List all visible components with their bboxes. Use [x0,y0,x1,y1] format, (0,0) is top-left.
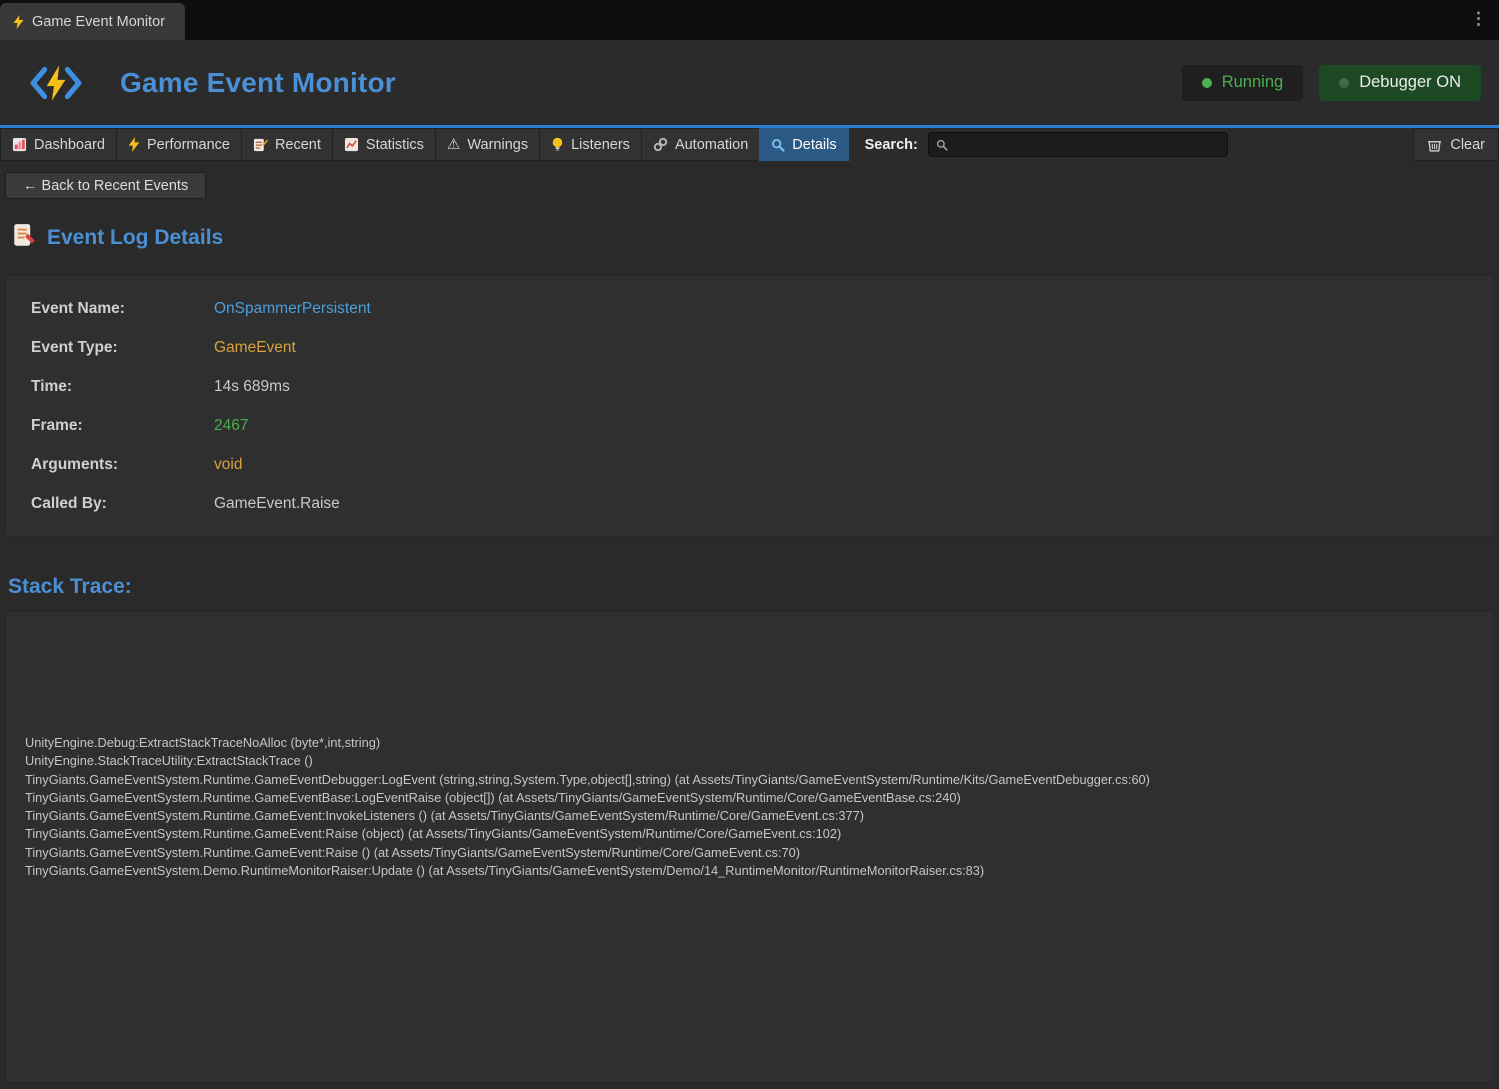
event-type-value: GameEvent [214,339,296,357]
section-title: Event Log Details [47,226,223,250]
detail-row-called-by: Called By: GameEvent.Raise [31,484,1493,523]
time-value: 14s 689ms [214,378,290,396]
note-pencil-icon [253,137,268,152]
debugger-label: Debugger ON [1359,73,1461,92]
field-label: Time: [31,378,214,396]
bar-chart-icon [12,137,27,152]
editor-window-tab[interactable]: Game Event Monitor [0,3,185,40]
clear-button[interactable]: Clear [1413,128,1499,161]
tab-performance[interactable]: Performance [116,128,242,161]
clear-label: Clear [1450,137,1485,153]
detail-row-arguments: Arguments: void [31,445,1493,484]
stack-trace-line: TinyGiants.GameEventSystem.Runtime.GameE… [25,825,1475,843]
event-name-value: OnSpammerPersistent [214,300,371,318]
details-panel: Event Name: OnSpammerPersistent Event Ty… [5,275,1494,537]
search-input[interactable] [928,132,1228,157]
bulb-icon [551,137,564,152]
field-label: Called By: [31,495,214,513]
kebab-menu-icon[interactable]: ⋮ [1470,9,1487,29]
trash-icon [1427,138,1442,152]
frame-value: 2467 [214,417,248,435]
running-label: Running [1222,73,1283,92]
warning-icon: ⚠ [447,137,460,152]
stack-trace-line: TinyGiants.GameEventSystem.Runtime.GameE… [25,789,1475,807]
stack-trace-line: TinyGiants.GameEventSystem.Runtime.GameE… [25,771,1475,789]
stack-trace-line: UnityEngine.Debug:ExtractStackTraceNoAll… [25,734,1475,752]
running-status-badge: Running [1182,65,1303,101]
running-dot-icon [1202,78,1212,88]
stack-trace-panel[interactable]: UnityEngine.Debug:ExtractStackTraceNoAll… [5,611,1494,1083]
detail-row-frame: Frame: 2467 [31,406,1493,445]
app-header: Game Event Monitor Running Debugger ON [0,40,1499,125]
window-titlebar: Game Event Monitor ⋮ [0,0,1499,40]
magnifier-icon [771,138,785,152]
field-label: Event Type: [31,339,214,357]
tab-listeners[interactable]: Listeners [539,128,642,161]
detail-row-time: Time: 14s 689ms [31,367,1493,406]
window-tab-title: Game Event Monitor [32,14,165,30]
tab-recent[interactable]: Recent [241,128,333,161]
event-log-details-heading: Event Log Details [13,223,1499,253]
debugger-toggle-badge[interactable]: Debugger ON [1319,65,1481,101]
tab-automation[interactable]: Automation [641,128,760,161]
back-row: ← Back to Recent Events [5,172,1499,199]
field-label: Event Name: [31,300,214,318]
stack-trace-heading: Stack Trace: [8,575,1499,599]
search-label: Search: [865,128,918,161]
arguments-value: void [214,456,242,474]
tab-details[interactable]: Details [759,128,848,161]
stack-trace-line: TinyGiants.GameEventSystem.Runtime.GameE… [25,844,1475,862]
page-title: Game Event Monitor [120,67,396,99]
stack-trace-line: UnityEngine.StackTraceUtility:ExtractSta… [25,752,1475,770]
back-to-recent-button[interactable]: ← Back to Recent Events [5,172,206,199]
detail-row-event-name: Event Name: OnSpammerPersistent [31,289,1493,328]
tab-dashboard[interactable]: Dashboard [0,128,117,161]
stack-trace-line: TinyGiants.GameEventSystem.Demo.RuntimeM… [25,862,1475,880]
detail-row-event-type: Event Type: GameEvent [31,328,1493,367]
search-box [928,132,1228,157]
toolbar: Dashboard Performance Recent Statistics … [0,128,1499,161]
header-badges: Running Debugger ON [1182,65,1483,101]
lightning-icon [128,137,140,152]
debugger-dot-icon [1339,78,1349,88]
app-logo-icon [28,61,84,105]
lightning-icon [13,15,24,29]
tab-statistics[interactable]: Statistics [332,128,436,161]
called-by-value: GameEvent.Raise [214,495,340,513]
field-label: Frame: [31,417,214,435]
document-icon [13,223,36,253]
stack-trace-line: TinyGiants.GameEventSystem.Runtime.GameE… [25,807,1475,825]
link-icon [653,137,668,152]
field-label: Arguments: [31,456,214,474]
tab-warnings[interactable]: ⚠ Warnings [435,128,540,161]
stats-chart-icon [344,137,359,152]
